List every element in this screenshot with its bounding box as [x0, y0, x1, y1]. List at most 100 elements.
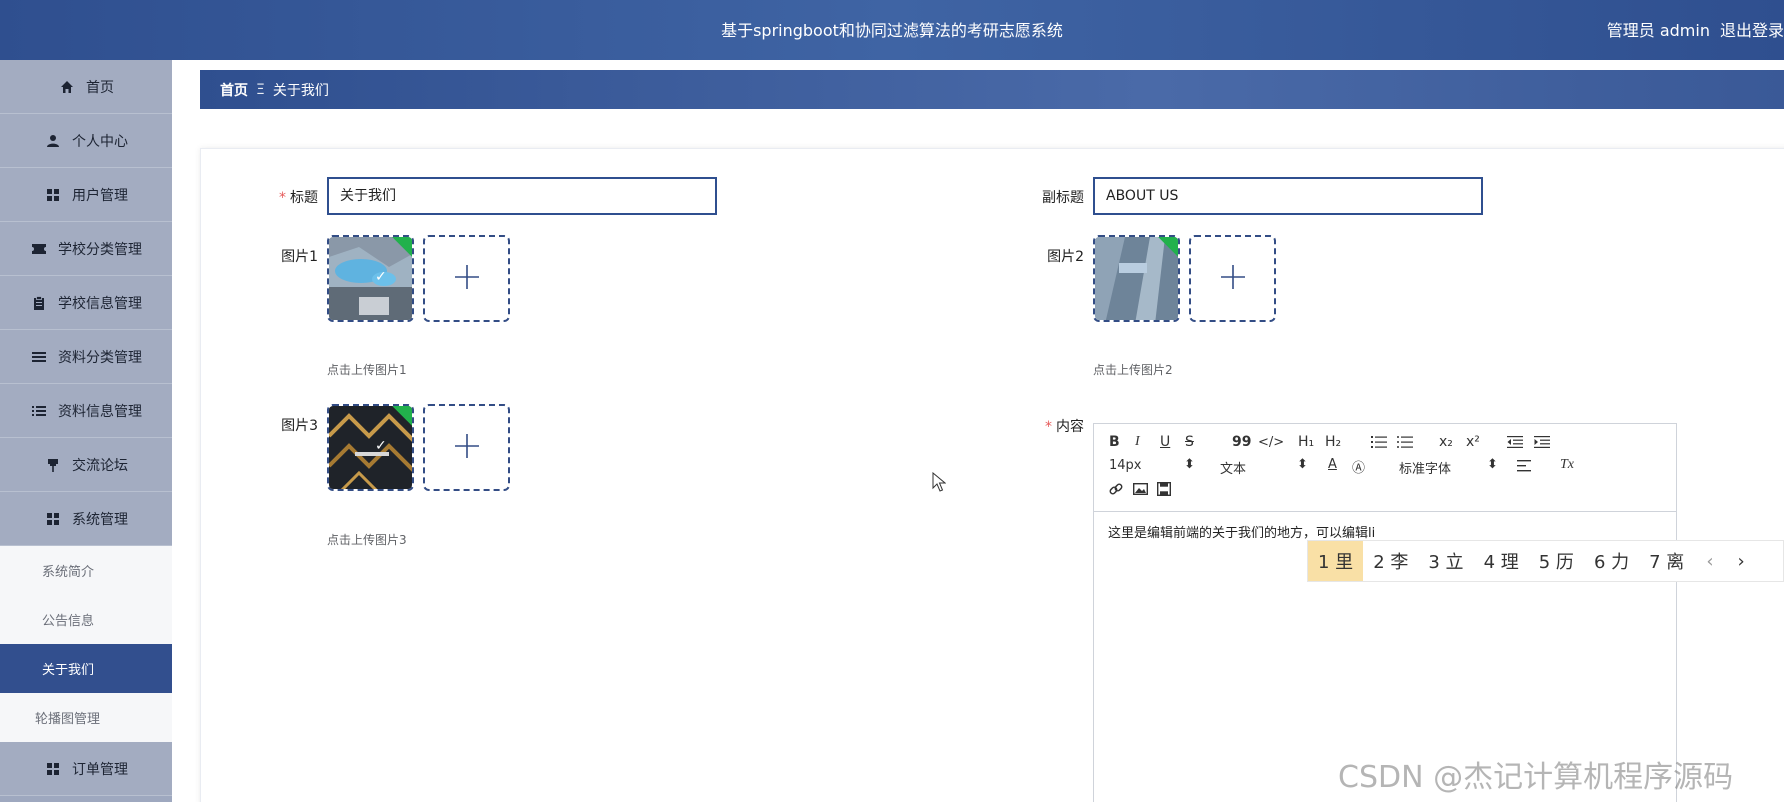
pic3-thumbnail[interactable]: ✓: [327, 404, 414, 491]
sidebar-item-orders[interactable]: 订单管理: [0, 742, 172, 796]
pic1-label: 图片1: [281, 249, 318, 265]
watermark: CSDN @杰记计算机程序源码: [1338, 760, 1734, 795]
grid-icon: [44, 510, 62, 528]
sidebar-item-label: 资料分类管理: [58, 349, 142, 366]
sidebar-item-material-category[interactable]: 资料分类管理: [0, 330, 172, 384]
ime-candidate[interactable]: 2 李: [1363, 541, 1418, 581]
pic2-label: 图片2: [1047, 249, 1084, 265]
pic3-upload-button[interactable]: [423, 404, 510, 491]
underline-button[interactable]: U: [1160, 434, 1170, 450]
sidebar-item-school-info[interactable]: 学校信息管理: [0, 276, 172, 330]
clear-format-button[interactable]: Tx: [1560, 457, 1574, 473]
font-size-select[interactable]: 14px: [1109, 458, 1142, 473]
pic1-thumbnail[interactable]: ✓: [327, 235, 414, 322]
h2-button[interactable]: H₂: [1325, 434, 1341, 450]
list-icon: [30, 348, 48, 366]
subtitle-label: 副标题: [1042, 190, 1084, 206]
rich-text-editor: B I U S 99 </> H₁ H₂ x₂ x² 14px ⬍ 文本 ⬍ A…: [1093, 423, 1677, 802]
plus-icon: [454, 264, 480, 294]
title-input[interactable]: 关于我们: [327, 177, 717, 215]
editor-toolbar: B I U S 99 </> H₁ H₂ x₂ x² 14px ⬍ 文本 ⬍ A…: [1094, 424, 1676, 512]
sidebar-item-profile[interactable]: 个人中心: [0, 114, 172, 168]
breadcrumb-separator: Ξ: [256, 81, 265, 98]
sidebar-item-label: 首页: [86, 79, 114, 96]
ime-candidate[interactable]: 3 立: [1418, 541, 1473, 581]
ime-candidate[interactable]: 6 力: [1584, 541, 1639, 581]
sidebar-item-system[interactable]: 系统管理: [0, 492, 172, 546]
sidebar-item-material-info[interactable]: 资料信息管理: [0, 384, 172, 438]
sidebar-item-school-category[interactable]: 学校分类管理: [0, 222, 172, 276]
sidebar-item-label: 用户管理: [72, 187, 128, 204]
sidebar-item-label: 资料信息管理: [58, 403, 142, 420]
sidebar-subitem-announcements[interactable]: 公告信息: [0, 595, 172, 644]
top-header: 基于springboot和协同过滤算法的考研志愿系统 管理员 admin 退出登录: [0, 0, 1784, 60]
admin-label: 管理员 admin: [1606, 21, 1710, 40]
ime-next-icon[interactable]: ›: [1726, 551, 1757, 572]
home-icon: [58, 78, 76, 96]
sidebar-subitem-carousel[interactable]: 轮播图管理: [0, 693, 172, 742]
link-icon[interactable]: [1109, 482, 1123, 500]
sidebar-item-label: 学校分类管理: [58, 241, 142, 258]
sidebar-item-users[interactable]: 用户管理: [0, 168, 172, 222]
sidebar-item-label: 订单管理: [72, 761, 128, 778]
ime-candidate[interactable]: 5 历: [1529, 541, 1584, 581]
ime-candidate[interactable]: 1 里: [1308, 541, 1364, 581]
header-select[interactable]: 文本: [1220, 458, 1246, 477]
video-icon[interactable]: [1156, 481, 1172, 500]
subscript-button[interactable]: x₂: [1439, 434, 1453, 450]
breadcrumb: 首页 Ξ 关于我们: [200, 70, 1784, 109]
ime-candidate[interactable]: 4 理: [1474, 541, 1529, 581]
breadcrumb-home[interactable]: 首页: [220, 80, 248, 100]
image-icon[interactable]: [1132, 482, 1149, 499]
sidebar-item-label: 个人中心: [72, 133, 128, 150]
content-label: * 内容: [1045, 419, 1084, 435]
sidebar-item-label: 交流论坛: [72, 457, 128, 474]
user-icon: [44, 132, 62, 150]
h1-button[interactable]: H₁: [1298, 434, 1314, 450]
ime-candidate-bar: 1 里 2 李 3 立 4 理 5 历 6 力 7 离 ‹ ›: [1307, 540, 1784, 582]
bold-button[interactable]: B: [1109, 434, 1120, 450]
align-icon[interactable]: [1517, 460, 1531, 476]
ordered-list-icon[interactable]: [1371, 436, 1387, 452]
ime-prev-icon[interactable]: ‹: [1694, 551, 1725, 572]
ticket-icon: [30, 240, 48, 258]
indent-icon[interactable]: [1534, 436, 1550, 452]
background-color-icon[interactable]: Ⓐ: [1352, 457, 1365, 476]
app-title: 基于springboot和协同过滤算法的考研志愿系统: [721, 21, 1063, 40]
breadcrumb-current: 关于我们: [272, 82, 329, 99]
sidebar: 首页 个人中心 用户管理 学校分类管理 学校信息管理 资料分类管理 资料信息管理…: [0, 60, 172, 802]
user-area: 管理员 admin 退出登录: [1597, 0, 1784, 60]
sidebar-item-label: 学校信息管理: [58, 295, 142, 312]
outdent-icon[interactable]: [1507, 436, 1523, 452]
pic1-hint: 点击上传图片1: [327, 363, 407, 377]
sidebar-subitem-system-intro[interactable]: 系统简介: [0, 546, 172, 595]
subtitle-input[interactable]: ABOUT US: [1093, 177, 1483, 215]
plus-icon: [1220, 264, 1246, 294]
mouse-cursor-icon: [932, 471, 947, 496]
sidebar-item-forum[interactable]: 交流论坛: [0, 438, 172, 492]
bullet-list-icon[interactable]: [1397, 436, 1413, 452]
grid-icon: [44, 760, 62, 778]
pin-icon: [44, 456, 62, 474]
plus-icon: [454, 433, 480, 463]
logout-button[interactable]: 退出登录: [1720, 21, 1784, 40]
title-label: * 标题: [279, 190, 318, 206]
code-block-button[interactable]: </>: [1258, 435, 1284, 450]
text-color-icon[interactable]: A: [1328, 457, 1337, 472]
strike-button[interactable]: S: [1185, 434, 1194, 450]
pic1-upload-button[interactable]: [423, 235, 510, 322]
clipboard-icon: [30, 294, 48, 312]
font-family-select[interactable]: 标准字体: [1399, 458, 1451, 477]
pic3-label: 图片3: [281, 418, 318, 434]
italic-button[interactable]: I: [1135, 434, 1140, 450]
pic3-hint: 点击上传图片3: [327, 533, 407, 547]
sidebar-item-home[interactable]: 首页: [0, 60, 172, 114]
pic2-hint: 点击上传图片2: [1093, 363, 1173, 377]
ime-candidate[interactable]: 7 离: [1639, 541, 1694, 581]
pic2-upload-button[interactable]: [1189, 235, 1276, 322]
pic2-thumbnail[interactable]: [1093, 235, 1180, 322]
superscript-button[interactable]: x²: [1466, 434, 1480, 450]
sidebar-subitem-about-us[interactable]: 关于我们: [0, 644, 172, 693]
editor-content[interactable]: 这里是编辑前端的关于我们的地方，可以编辑li: [1108, 522, 1375, 541]
blockquote-button[interactable]: 99: [1232, 434, 1251, 450]
